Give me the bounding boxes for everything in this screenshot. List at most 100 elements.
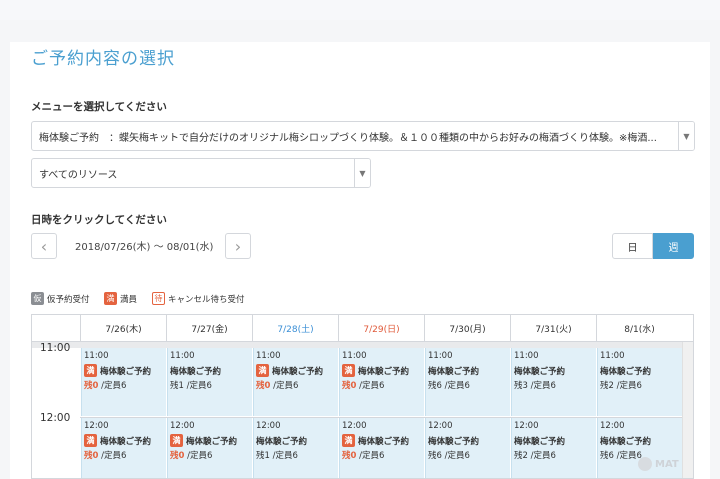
- full-badge: 満: [170, 434, 183, 447]
- menu-select[interactable]: 梅体験ご予約 ：蝶矢梅キットで自分だけのオリジナル梅シロップづくり体験。＆１００…: [31, 121, 695, 151]
- slot-time: 12:00: [170, 421, 195, 431]
- slot-title-row: 梅体験ご予約: [256, 433, 338, 448]
- slot-capacity: 残0 /定員6: [84, 449, 166, 461]
- prev-week-button[interactable]: ‹: [31, 233, 57, 259]
- slot-name: 梅体験ご予約: [600, 366, 652, 377]
- slot-time: 12:00: [514, 421, 539, 431]
- legend-man-text: 満員: [120, 294, 138, 305]
- menu-select-value: 梅体験ご予約 ：蝶矢梅キットで自分だけのオリジナル梅シロップづくり体験。＆１００…: [39, 132, 657, 144]
- slot-time: 12:00: [84, 421, 109, 431]
- slot-capacity-text: /定員6: [272, 451, 298, 461]
- time-label: 11:00: [40, 342, 71, 354]
- slot-title-row: 満梅体験ご予約: [342, 433, 424, 448]
- page-title: ご予約内容の選択: [31, 49, 175, 69]
- slot-time: 11:00: [600, 351, 625, 361]
- kari-badge: 仮: [31, 292, 44, 305]
- slot-name: 梅体験ご予約: [256, 436, 308, 447]
- slot-title-row: 満梅体験ご予約: [342, 363, 424, 378]
- slot-name: 梅体験ご予約: [100, 436, 152, 447]
- time-slot[interactable]: 11:00 梅体験ご予約残3 /定員6: [511, 348, 596, 416]
- day-header: 7/27(金): [166, 315, 252, 341]
- chevron-down-icon: ▼: [678, 122, 694, 150]
- slot-remaining: 残0: [84, 451, 99, 461]
- time-slot[interactable]: 12:00 満梅体験ご予約 残0 /定員6: [339, 418, 424, 478]
- time-slot[interactable]: 12:00 満梅体験ご予約 残0 /定員6: [81, 418, 166, 478]
- slot-title-row: 梅体験ご予約: [428, 433, 510, 448]
- slot-capacity-text: /定員6: [186, 381, 212, 391]
- slot-remaining: 残0: [84, 381, 99, 391]
- day-header: 8/1(水): [596, 315, 682, 341]
- slot-time: 11:00: [256, 351, 281, 361]
- slot-capacity: 残0 /定員6: [342, 379, 424, 391]
- time-slot[interactable]: 11:00 満梅体験ご予約 残0 /定員6: [81, 348, 166, 416]
- time-slot[interactable]: 12:00 梅体験ご予約残6 /定員6: [425, 418, 510, 478]
- slot-time: 11:00: [84, 351, 109, 361]
- slot-name: 梅体験ご予約: [170, 366, 222, 377]
- legend-man: 満 満員: [104, 292, 137, 305]
- full-badge: 満: [342, 434, 355, 447]
- slot-capacity-text: /定員6: [187, 451, 213, 461]
- slot-title-row: 満梅体験ご予約: [84, 433, 166, 448]
- slot-capacity-text: /定員6: [101, 381, 127, 391]
- time-slot[interactable]: 11:00 梅体験ご予約 残1 /定員6: [167, 348, 252, 416]
- slot-capacity: 残0 /定員6: [342, 449, 424, 461]
- watermark-logo-icon: [638, 457, 652, 471]
- slot-title-row: 梅体験ご予約: [514, 363, 596, 378]
- slot-capacity: 残2 /定員6: [514, 449, 596, 461]
- slot-capacity: 残1 /定員6: [170, 379, 252, 391]
- chevron-left-icon: ‹: [40, 236, 48, 256]
- slot-title-row: 梅体験ご予約: [170, 363, 252, 378]
- slot-capacity: 残0 /定員6: [84, 379, 166, 391]
- time-slot[interactable]: 12:00 梅体験ご予約 残1 /定員6: [253, 418, 338, 478]
- resource-select[interactable]: すべてのリソース ▼: [31, 158, 371, 188]
- time-slot[interactable]: 11:00 梅体験ご予約 残2 /定員6: [597, 348, 682, 416]
- slot-title-row: 梅体験ご予約: [514, 433, 596, 448]
- week-calendar: 7/26(木) 7/27(金) 7/28(土) 7/29(日) 7/30(月) …: [31, 314, 694, 479]
- calendar-scrollbar[interactable]: [682, 342, 693, 478]
- slot-remaining: 残0: [256, 381, 271, 391]
- slot-remaining: 残2: [600, 381, 614, 391]
- full-badge: 満: [256, 364, 269, 377]
- watermark: MAT: [638, 457, 679, 471]
- day-header: 7/30(月): [424, 315, 510, 341]
- slot-name: 梅体験ご予約: [428, 436, 480, 447]
- slot-remaining: 残0: [342, 451, 357, 461]
- resource-select-value: すべてのリソース: [39, 169, 118, 181]
- slot-remaining: 残0: [170, 451, 185, 461]
- menu-label: メニューを選択してください: [31, 101, 167, 113]
- slot-capacity: 残6 /定員6: [428, 449, 510, 461]
- slot-title-row: 梅体験ご予約: [600, 433, 682, 448]
- slot-name: 梅体験ご予約: [514, 436, 566, 447]
- time-slot[interactable]: 12:00 梅体験ご予約残2 /定員6: [511, 418, 596, 478]
- legend-kari-text: 仮予約受付: [47, 294, 90, 305]
- slot-capacity: 残6 /定員6: [428, 379, 510, 391]
- time-slot[interactable]: 12:00 満梅体験ご予約残0 /定員6: [167, 418, 252, 478]
- day-header-sunday: 7/29(日): [338, 315, 424, 341]
- machi-badge: 待: [152, 292, 165, 305]
- slot-title-row: 満梅体験ご予約: [170, 433, 252, 448]
- slot-time: 11:00: [342, 351, 367, 361]
- man-badge: 満: [104, 292, 117, 305]
- time-slot[interactable]: 11:00 満梅体験ご予約 残0 /定員6: [339, 348, 424, 416]
- time-slot[interactable]: 11:00 満梅体験ご予約 残0 /定員6: [253, 348, 338, 416]
- week-view-button[interactable]: 週: [653, 233, 694, 259]
- slot-name: 梅体験ご予約: [514, 366, 566, 377]
- slot-capacity-text: /定員6: [359, 381, 385, 391]
- chevron-right-icon: ›: [234, 236, 242, 256]
- time-slot[interactable]: 11:00 梅体験ご予約 残6 /定員6: [425, 348, 510, 416]
- slot-time: 12:00: [428, 421, 453, 431]
- slot-remaining: 残6: [428, 381, 442, 391]
- slot-time: 11:00: [514, 351, 539, 361]
- next-week-button[interactable]: ›: [225, 233, 251, 259]
- slot-remaining: 残3: [514, 381, 528, 391]
- slot-remaining: 残1: [256, 451, 270, 461]
- full-badge: 満: [342, 364, 355, 377]
- day-header: 7/31(火): [510, 315, 596, 341]
- slot-name: 梅体験ご予約: [272, 366, 324, 377]
- datetime-label: 日時をクリックしてください: [31, 214, 167, 226]
- slot-time: 12:00: [600, 421, 625, 431]
- date-range: 2018/07/26(木) 〜 08/01(水): [75, 242, 214, 253]
- day-view-button[interactable]: 日: [612, 233, 653, 259]
- slot-remaining: 残1: [170, 381, 184, 391]
- slot-capacity: 残3 /定員6: [514, 379, 596, 391]
